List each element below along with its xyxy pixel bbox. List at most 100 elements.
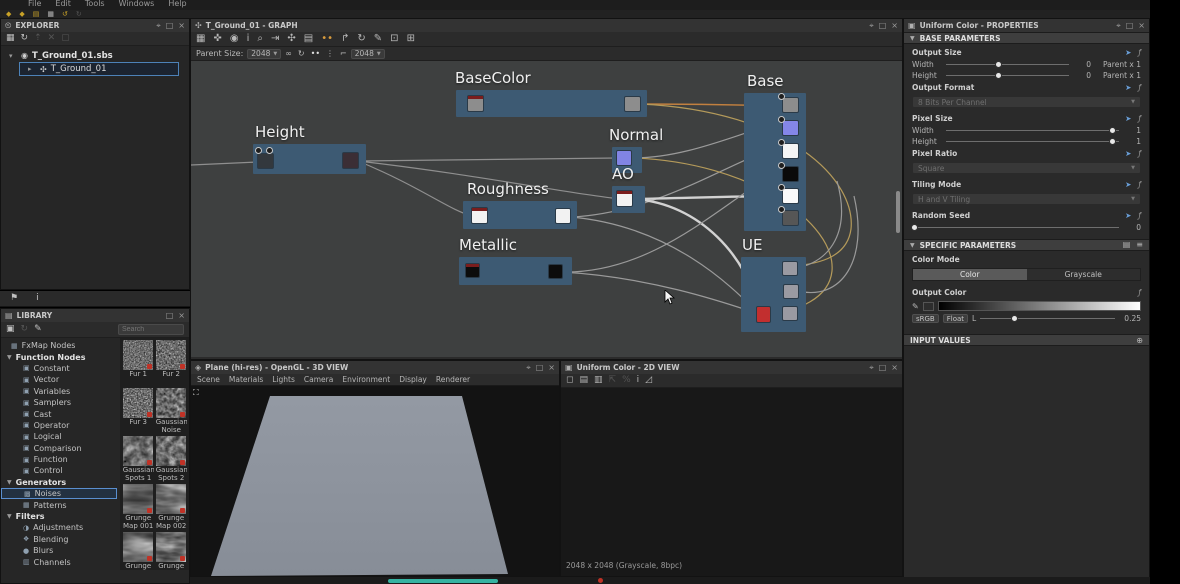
luminance-slider[interactable] bbox=[980, 315, 1115, 322]
close-icon[interactable]: × bbox=[1138, 21, 1145, 31]
color-gradient-bar[interactable] bbox=[937, 301, 1141, 311]
link-size-icon[interactable]: ∞ bbox=[285, 49, 292, 58]
graph-node[interactable] bbox=[556, 209, 570, 223]
thumbnail-fur-1[interactable]: Fur 1 bbox=[122, 340, 154, 386]
menu-display[interactable]: Display bbox=[399, 375, 427, 384]
chevron-right-icon[interactable]: ▸ bbox=[28, 65, 36, 73]
slider-handle[interactable] bbox=[1010, 315, 1018, 322]
slider-handle[interactable] bbox=[994, 72, 1002, 79]
undo-icon[interactable]: ↺ bbox=[62, 10, 68, 18]
library-item-function-nodes[interactable]: ▼ Function Nodes bbox=[1, 351, 120, 362]
zoom-level-icon[interactable]: % bbox=[622, 376, 631, 385]
thumbnail-grunge-map-004[interactable]: Grunge Map 004 bbox=[155, 532, 187, 570]
gear-icon[interactable]: ⊕ bbox=[1136, 336, 1143, 345]
library-item-channels[interactable]: ▥ Channels bbox=[1, 556, 120, 567]
library-item-variables[interactable]: ▣ Variables bbox=[1, 386, 120, 397]
specific-parameters-section[interactable]: ▼ SPECIFIC PARAMETERS ▤ ≡ bbox=[904, 239, 1149, 251]
color-mode-grayscale-button[interactable]: Grayscale bbox=[1026, 269, 1140, 280]
info-icon[interactable]: i bbox=[637, 376, 640, 385]
focus-node-icon[interactable]: ⇥ bbox=[271, 34, 279, 44]
pin-icon[interactable]: ⌖ bbox=[156, 21, 161, 31]
frame-icon[interactable]: ⊡ bbox=[390, 34, 398, 44]
function-icon[interactable]: ƒ bbox=[1138, 83, 1141, 92]
function-icon[interactable]: ƒ bbox=[1138, 288, 1141, 297]
menu-scene[interactable]: Scene bbox=[197, 375, 220, 384]
library-item-comparison[interactable]: ▣ Comparison bbox=[1, 443, 120, 454]
dependency-manager-icon[interactable]: ⚑ bbox=[10, 294, 18, 303]
tiling-icon[interactable]: ⇱ bbox=[609, 376, 617, 385]
close-icon[interactable]: × bbox=[178, 311, 185, 320]
expose-parameter-icon[interactable]: ➤ bbox=[1125, 211, 1131, 220]
function-icon[interactable]: ƒ bbox=[1138, 211, 1141, 220]
expose-parameter-icon[interactable]: ➤ bbox=[1125, 149, 1131, 158]
menu-materials[interactable]: Materials bbox=[229, 375, 263, 384]
viewport-corner-icon[interactable]: ⛶ bbox=[193, 388, 199, 398]
graph-row-selected[interactable]: ▸ ✣ T_Ground_01 bbox=[19, 62, 179, 76]
tiling-mode-dropdown[interactable]: H and V Tiling ▼ bbox=[912, 193, 1141, 205]
library-item-cast[interactable]: ▣ Cast bbox=[1, 408, 120, 419]
filter-icon[interactable]: ▢ bbox=[61, 34, 70, 43]
thumbnail-grunge-map-003[interactable]: Grunge Map 003 bbox=[122, 532, 154, 570]
expose-parameter-icon[interactable]: ➤ bbox=[1125, 83, 1131, 92]
color-swatch[interactable] bbox=[922, 301, 934, 311]
slider-handle[interactable] bbox=[1109, 127, 1117, 134]
info-icon[interactable]: i bbox=[247, 34, 250, 44]
pin-icon[interactable]: ⌖ bbox=[869, 21, 874, 31]
base-parameters-section[interactable]: ▼ BASE PARAMETERS bbox=[904, 32, 1149, 44]
random-seed-slider[interactable] bbox=[911, 224, 1119, 231]
graph-node[interactable] bbox=[784, 285, 798, 298]
update-icon[interactable]: ↻ bbox=[21, 34, 29, 43]
close-icon[interactable]: × bbox=[548, 363, 555, 373]
library-item-blending[interactable]: ❖ Blending bbox=[1, 534, 120, 545]
menu-edit[interactable]: Edit bbox=[55, 0, 71, 8]
reset-size-icon[interactable]: ↻ bbox=[298, 49, 305, 58]
float-icon[interactable]: □ bbox=[879, 363, 887, 373]
list-icon[interactable]: ≡ bbox=[1136, 241, 1143, 249]
library-item-effects[interactable]: ✦Effects bbox=[1, 568, 120, 570]
edit-icon[interactable]: ✎ bbox=[34, 325, 42, 334]
reload-icon[interactable]: ↻ bbox=[357, 34, 365, 44]
new-folder-icon[interactable]: ▣ bbox=[6, 325, 15, 334]
function-icon[interactable]: ƒ bbox=[1138, 180, 1141, 189]
open-folder-icon[interactable]: ▤ bbox=[33, 10, 40, 18]
menu-file[interactable]: File bbox=[28, 0, 41, 8]
menu-renderer[interactable]: Renderer bbox=[436, 375, 470, 384]
pins-icon[interactable]: •• bbox=[321, 34, 333, 44]
open-recent-icon[interactable]: ◆ bbox=[19, 10, 24, 18]
thumbnail-gaussian-spots-2[interactable]: Gaussian Spots 2 bbox=[155, 436, 187, 482]
float-icon[interactable]: □ bbox=[166, 21, 174, 31]
pan-icon[interactable]: ✜ bbox=[213, 34, 221, 44]
float-button[interactable]: Float bbox=[942, 314, 969, 323]
delete-icon[interactable]: ✕ bbox=[48, 34, 56, 43]
save-icon[interactable]: ▦ bbox=[47, 10, 54, 18]
slider-handle[interactable] bbox=[911, 224, 919, 231]
graph-node[interactable] bbox=[778, 93, 798, 112]
refresh-icon[interactable]: ↻ bbox=[21, 325, 29, 334]
graph-node[interactable] bbox=[549, 265, 562, 278]
pin-icon[interactable]: ⌖ bbox=[869, 363, 874, 373]
histogram-icon[interactable]: ◿ bbox=[645, 376, 652, 385]
view2d-viewport[interactable]: 2048 x 2048 (Grayscale, 8bpc) bbox=[561, 388, 902, 576]
graph-canvas[interactable]: BaseColor Height Normal AO Roughness Metallic… bbox=[191, 61, 902, 357]
thumbnail-fur-3[interactable]: Fur 3 bbox=[122, 388, 154, 434]
thumbnail-icon[interactable]: ▤ bbox=[304, 34, 313, 44]
library-item-patterns[interactable]: ▦ Patterns bbox=[1, 499, 120, 510]
graph-node[interactable] bbox=[617, 151, 631, 165]
width-slider[interactable] bbox=[946, 61, 1069, 68]
color-mode-color-button[interactable]: Color bbox=[913, 269, 1027, 280]
library-item-filters[interactable]: ▼ Filters bbox=[1, 511, 120, 522]
pixel-ratio-dropdown[interactable]: Square ▼ bbox=[912, 162, 1141, 174]
grid-icon[interactable]: ⊞ bbox=[407, 34, 415, 44]
save-image-icon[interactable]: ▤ bbox=[579, 376, 588, 385]
graph-node[interactable] bbox=[617, 191, 632, 206]
zoom-icon[interactable]: ⌕ bbox=[257, 34, 263, 44]
close-icon[interactable]: × bbox=[891, 363, 898, 373]
preset-icon[interactable]: ▤ bbox=[1123, 241, 1131, 249]
fit-image-icon[interactable]: ◻ bbox=[566, 376, 573, 385]
slider-handle[interactable] bbox=[994, 61, 1002, 68]
float-icon[interactable]: □ bbox=[166, 311, 174, 320]
thumbnail-gaussian-noise[interactable]: Gaussian Noise bbox=[155, 388, 187, 434]
graph-node[interactable] bbox=[472, 208, 487, 223]
graph-node[interactable] bbox=[778, 116, 798, 135]
library-item-blurs[interactable]: ● Blurs bbox=[1, 545, 120, 556]
